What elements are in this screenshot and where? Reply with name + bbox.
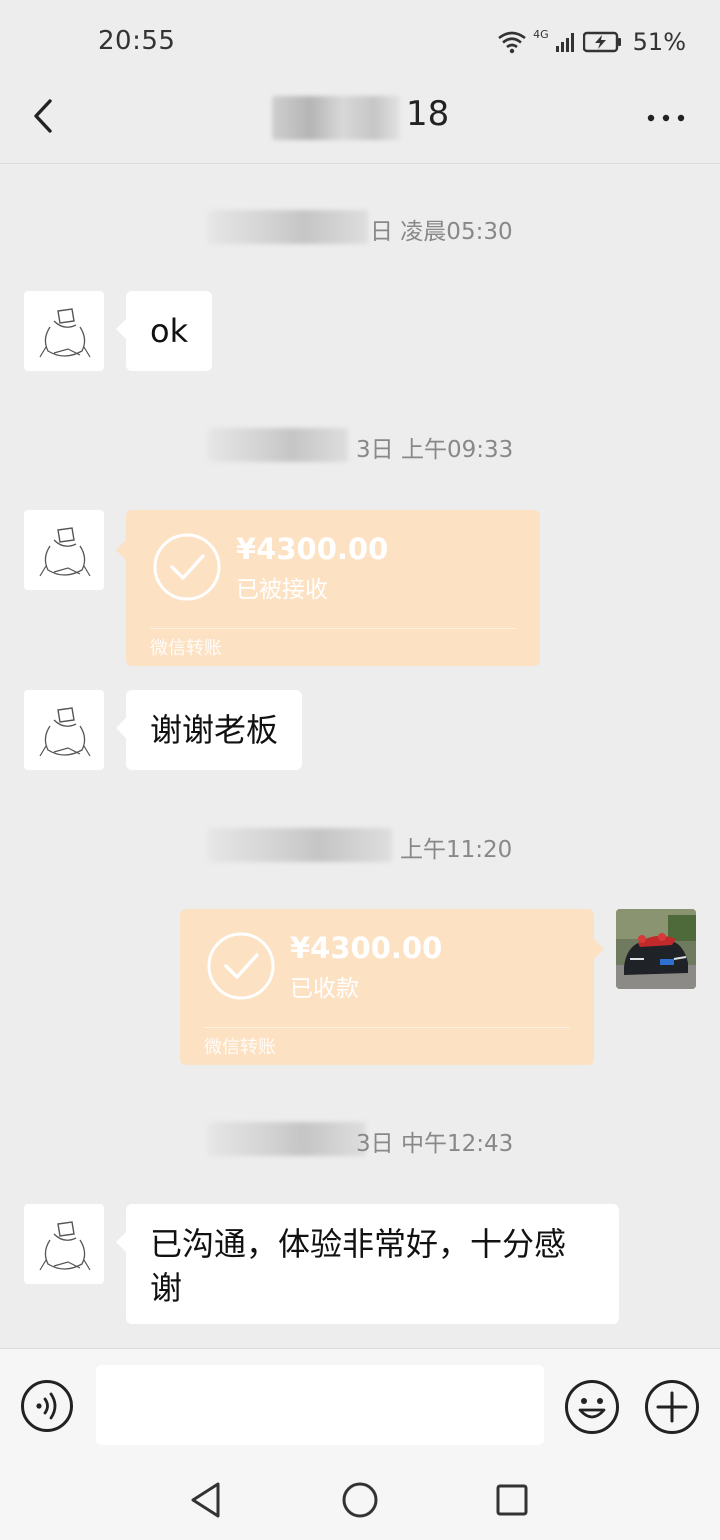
timestamp: 3日 上午09:33 — [0, 428, 720, 464]
timestamp-text: 日 凌晨05:30 — [370, 219, 513, 245]
transfer-amount: ¥4300.00 — [290, 931, 443, 965]
timestamp-text: 3日 中午12:43 — [356, 1131, 514, 1157]
message-text: ok — [150, 312, 189, 350]
timestamp: 日 凌晨05:30 — [0, 210, 720, 246]
transfer-status: 已收款 — [290, 976, 359, 1002]
my-avatar[interactable] — [616, 909, 696, 989]
message-text-line: 谢 — [150, 1269, 183, 1307]
message-bubble[interactable]: 谢谢老板 — [115, 690, 303, 770]
input-bar — [0, 1348, 720, 1458]
wifi-icon — [498, 31, 526, 54]
chevron-left-icon[interactable] — [26, 96, 66, 136]
chat-title: 18 — [272, 94, 449, 140]
chat-header: 18 — [0, 84, 720, 164]
divider — [204, 1027, 570, 1028]
transfer-amount: ¥4300.00 — [236, 532, 389, 566]
avatar[interactable] — [24, 690, 104, 770]
redacted-date — [208, 210, 368, 244]
timestamp-text: 上午11:20 — [400, 837, 513, 863]
message-input[interactable] — [96, 1365, 544, 1445]
plus-icon[interactable] — [644, 1379, 700, 1435]
redacted-date — [208, 828, 392, 862]
chat-screen: 20:55 4G 51% 18 日 凌晨05:30 ok 3日 上午09:33 … — [0, 0, 720, 1540]
voice-icon[interactable] — [20, 1379, 74, 1433]
more-dots-icon[interactable] — [646, 112, 686, 124]
timestamp: 3日 中午12:43 — [0, 1122, 720, 1158]
redacted-contact-name — [272, 96, 400, 140]
nav-recents-icon[interactable] — [494, 1482, 530, 1518]
sketch-person-avatar-icon — [39, 707, 91, 757]
sketch-person-avatar-icon — [39, 527, 91, 577]
sketch-person-avatar-icon — [39, 308, 91, 358]
check-circle-icon — [207, 932, 275, 1000]
avatar[interactable] — [24, 291, 104, 371]
avatar[interactable] — [24, 510, 104, 590]
transfer-label: 微信转账 — [204, 1037, 276, 1058]
status-time: 20:55 — [98, 26, 176, 56]
transfer-card[interactable]: ¥4300.00 已收款 微信转账 — [180, 909, 604, 1065]
message-bubble[interactable]: ok — [115, 291, 213, 371]
transfer-card[interactable]: ¥4300.00 已被接收 微信转账 — [116, 510, 540, 666]
timestamp-text: 3日 上午09:33 — [356, 437, 514, 463]
transfer-label: 微信转账 — [150, 638, 222, 659]
timestamp: 上午11:20 — [0, 828, 720, 864]
network-type: 4G — [533, 28, 549, 41]
signal-icon — [555, 33, 574, 52]
transfer-status: 已被接收 — [236, 577, 328, 603]
battery-charging-icon — [582, 31, 621, 53]
status-icons: 4G 51% — [497, 26, 686, 58]
avatar[interactable] — [24, 1204, 104, 1284]
emoji-icon[interactable] — [564, 1379, 620, 1435]
redacted-date — [208, 1122, 366, 1156]
message-text: 谢谢老板 — [150, 711, 279, 749]
system-nav-bar — [0, 1458, 720, 1540]
sketch-person-avatar-icon — [39, 1221, 91, 1271]
redacted-date — [208, 428, 348, 462]
nav-home-icon[interactable] — [340, 1480, 380, 1520]
chat-title-suffix: 18 — [406, 94, 450, 134]
divider — [150, 628, 516, 629]
battery-percent: 51% — [632, 28, 686, 56]
message-text-line: 已沟通，体验非常好，十分感 — [150, 1225, 567, 1263]
car-photo-avatar-icon — [616, 909, 696, 989]
nav-back-icon[interactable] — [188, 1480, 224, 1520]
message-bubble[interactable]: 已沟通，体验非常好，十分感 谢 — [116, 1204, 619, 1324]
check-circle-icon — [153, 533, 221, 601]
status-bar: 20:55 4G 51% — [0, 0, 720, 84]
